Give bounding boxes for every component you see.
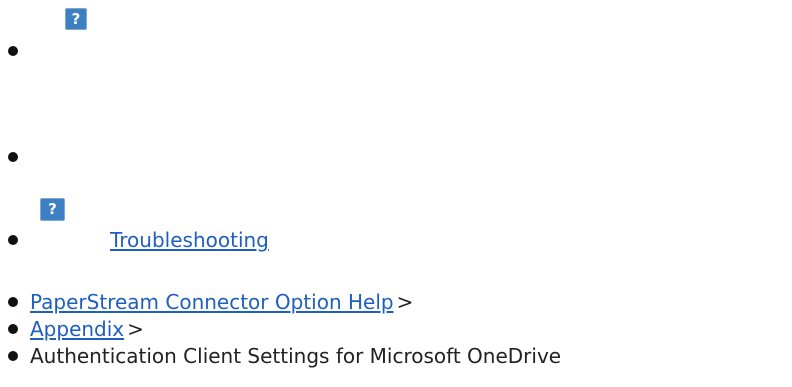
breadcrumb-appendix: Appendix >	[30, 315, 144, 343]
breadcrumb-separator: >	[127, 317, 144, 341]
troubleshooting-help-icon[interactable]: ?	[40, 198, 65, 221]
breadcrumb-help-link[interactable]: PaperStream Connector Option Help	[30, 290, 394, 314]
bullet	[8, 152, 18, 162]
breadcrumb-item-current: Authentication Client Settings for Micro…	[0, 342, 792, 370]
breadcrumb-item-appendix: Appendix >	[0, 315, 220, 343]
list-item-troubleshooting: ? Troubleshooting	[0, 198, 300, 254]
help-icon-glyph: ?	[71, 9, 81, 28]
breadcrumb-current: Authentication Client Settings for Micro…	[30, 344, 562, 368]
bullet	[8, 297, 18, 307]
troubleshooting-link[interactable]: Troubleshooting	[30, 226, 269, 254]
list-item-empty-2	[0, 143, 40, 171]
bullet	[8, 324, 18, 334]
breadcrumb-help: PaperStream Connector Option Help >	[30, 288, 413, 316]
breadcrumb-item-help: PaperStream Connector Option Help >	[0, 288, 420, 316]
bullet	[8, 351, 18, 361]
help-icon[interactable]: ?	[65, 8, 87, 30]
list-item-empty-1	[0, 37, 40, 65]
bullet	[8, 235, 18, 245]
breadcrumb-appendix-link[interactable]: Appendix	[30, 317, 124, 341]
bullet	[8, 46, 18, 56]
troubleshooting-help-glyph: ?	[48, 200, 57, 218]
breadcrumb-separator: >	[396, 290, 414, 314]
